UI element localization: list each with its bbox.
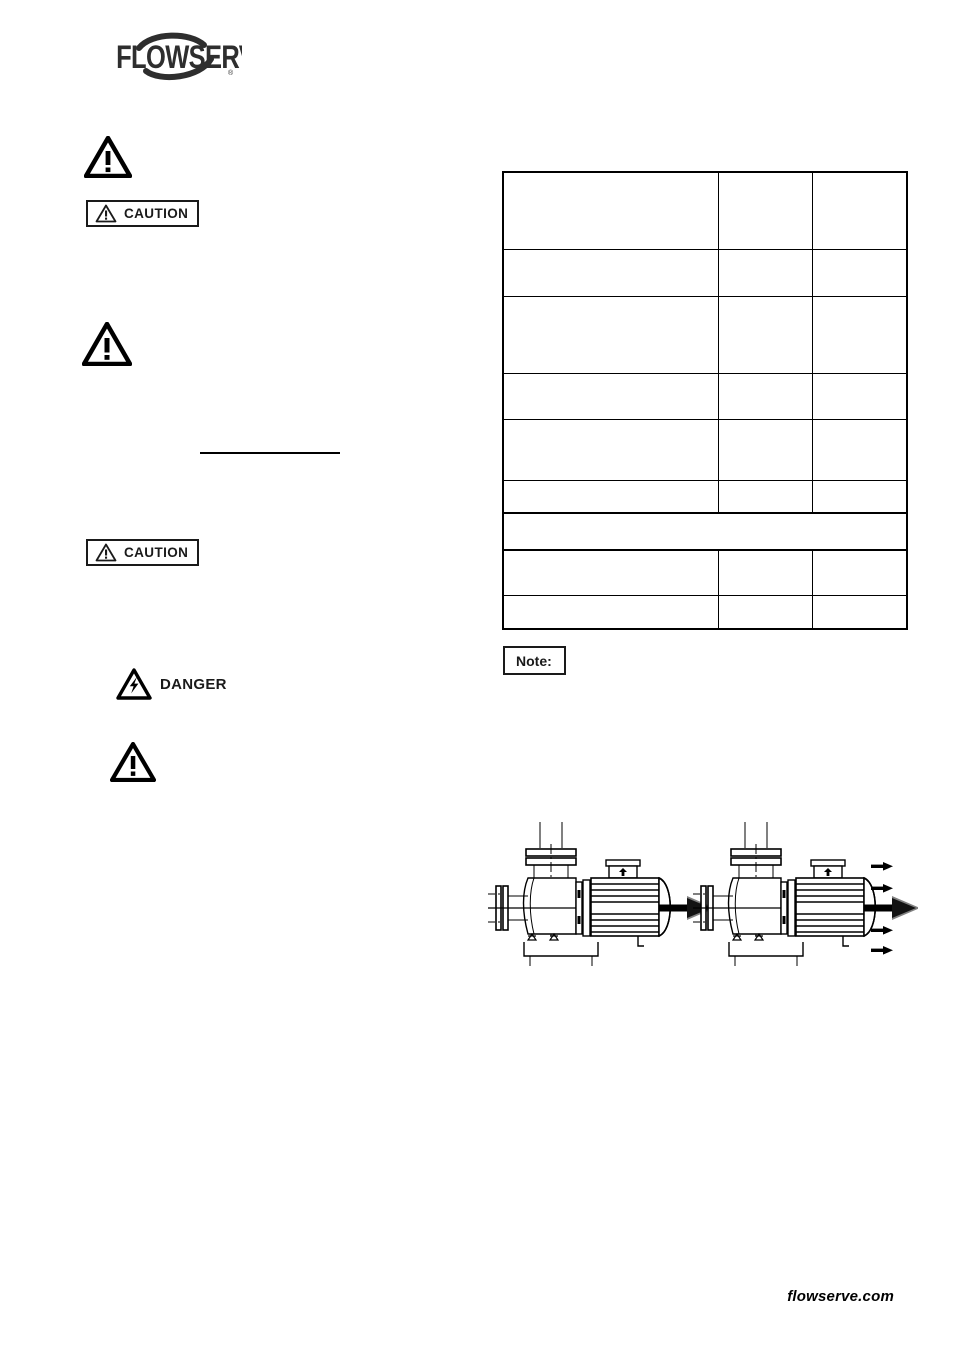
table-cell	[812, 549, 908, 596]
table-cell	[718, 480, 813, 514]
table-cell	[502, 549, 719, 596]
page-footer: flowserve.com	[0, 1288, 894, 1306]
table-cell	[502, 595, 719, 630]
specification-table	[502, 171, 908, 630]
table-cell	[812, 480, 908, 514]
table-row-span	[502, 512, 908, 551]
note-label: Note:	[516, 652, 552, 669]
flowserve-logo: FLOWSERVE ®	[112, 26, 242, 88]
flowserve-website-link[interactable]: flowserve.com	[787, 1288, 894, 1305]
warning-triangle-icon	[95, 543, 117, 562]
table-body	[502, 171, 908, 630]
caution-notice-box-1: CAUTION	[86, 200, 200, 227]
table-cell	[812, 373, 908, 420]
caution-notice-box-2: CAUTION	[86, 539, 200, 566]
table-cell	[502, 249, 719, 297]
caution-label: CAUTION	[124, 544, 189, 560]
horizontal-rule	[200, 452, 340, 454]
table-cell	[502, 480, 719, 514]
table-cell	[718, 549, 813, 596]
table-cell	[718, 595, 813, 630]
warning-triangle-icon	[110, 742, 156, 782]
table-cell	[502, 419, 719, 481]
document-page: FLOWSERVE ® CAUTION	[0, 0, 954, 1351]
table-cell	[812, 296, 908, 374]
table-cell	[812, 595, 908, 630]
table-cell	[718, 373, 813, 420]
table-row	[502, 549, 908, 596]
table-cell	[718, 249, 813, 297]
warning-triangle-icon	[82, 322, 132, 366]
table-row	[502, 171, 908, 250]
table-cell	[502, 171, 719, 250]
pump-diagram-right	[692, 821, 918, 967]
caution-label: CAUTION	[124, 205, 189, 221]
table-cell	[812, 171, 908, 250]
warning-triangle-icon	[95, 204, 117, 223]
table-cell	[812, 419, 908, 481]
svg-text:®: ®	[228, 69, 234, 77]
table-row	[502, 480, 908, 514]
table-cell	[718, 419, 813, 481]
danger-label: DANGER	[160, 675, 227, 693]
table-cell	[502, 296, 719, 374]
table-cell	[718, 296, 813, 374]
pump-diagram-left	[488, 821, 715, 967]
electric-shock-triangle-icon	[116, 668, 152, 700]
warning-triangle-icon	[84, 136, 132, 178]
table-row	[502, 419, 908, 481]
danger-notice: DANGER	[116, 668, 227, 700]
table-row	[502, 595, 908, 630]
table-cell	[502, 373, 719, 420]
pump-figure-group	[488, 812, 918, 972]
table-row	[502, 373, 908, 420]
table-cell	[718, 171, 813, 250]
table-row	[502, 296, 908, 374]
note-box: Note:	[503, 646, 566, 675]
table-cell	[812, 249, 908, 297]
svg-text:FLOWSERVE: FLOWSERVE	[116, 41, 242, 76]
table-row	[502, 249, 908, 297]
table-cell-span	[502, 512, 908, 551]
